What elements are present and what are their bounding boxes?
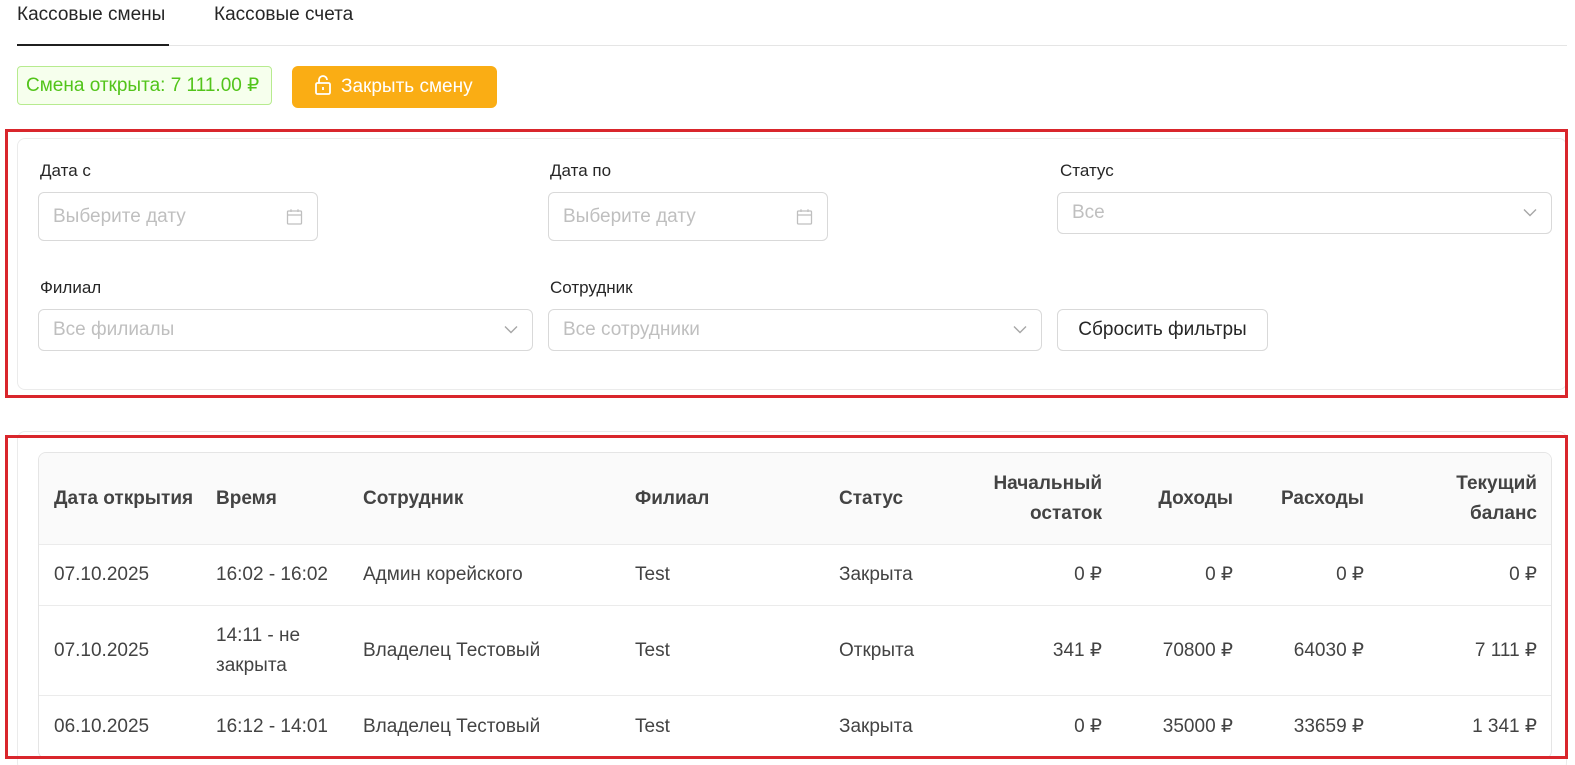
status-select-value: Все: [1072, 202, 1105, 223]
close-shift-label: Закрыть смену: [341, 76, 473, 97]
cell-open-date: 07.10.2025: [54, 639, 150, 661]
lock-icon: [314, 74, 332, 101]
cell-branch: Test: [635, 639, 670, 661]
cell-income: 35000 ₽: [1162, 716, 1233, 737]
cell-employee: Админ корейского: [363, 564, 523, 585]
cell-expenses: 33659 ₽: [1293, 716, 1364, 737]
calendar-icon: [796, 208, 813, 225]
cell-branch: Test: [635, 564, 670, 585]
cell-time: 16:02 - 16:02: [216, 564, 328, 585]
column-header: Расходы: [1280, 488, 1364, 509]
cell-current-balance: 7 111 ₽: [1474, 639, 1537, 661]
date-from-placeholder: Выберите дату: [53, 205, 186, 227]
column-header: Филиал: [635, 488, 710, 509]
chevron-down-icon: [1013, 326, 1027, 335]
cell-expenses: 0 ₽: [1336, 564, 1364, 585]
status-select[interactable]: Все: [1057, 192, 1552, 234]
column-header: Текущий баланс: [1456, 473, 1537, 524]
cell-income: 70800 ₽: [1162, 639, 1233, 661]
cell-open-date: 06.10.2025: [54, 716, 150, 737]
date-from-label: Дата с: [40, 161, 91, 180]
cell-initial-balance: 0 ₽: [1074, 564, 1102, 585]
employee-select[interactable]: Все сотрудники: [548, 309, 1042, 351]
cell-open-date: 07.10.2025: [54, 564, 150, 585]
table-header: Дата открытия Время Сотрудник Филиал Ста…: [39, 453, 1551, 545]
cell-expenses: 64030 ₽: [1293, 639, 1364, 661]
shifts-table: Дата открытия Время Сотрудник Филиал Ста…: [38, 452, 1552, 759]
cell-status: Открыта: [839, 639, 915, 661]
date-to-placeholder: Выберите дату: [563, 205, 696, 227]
cell-initial-balance: 0 ₽: [1074, 716, 1102, 737]
column-header: Сотрудник: [363, 488, 464, 509]
column-header: Дата открытия: [54, 488, 194, 509]
chevron-down-icon: [1523, 209, 1537, 218]
status-label: Статус: [1060, 161, 1114, 180]
tab-cash-accounts[interactable]: Кассовые счета: [214, 4, 353, 26]
cell-status: Закрыта: [839, 716, 913, 737]
employee-select-value: Все сотрудники: [563, 319, 700, 340]
branch-select[interactable]: Все филиалы: [38, 309, 533, 351]
reset-filters-button[interactable]: Сбросить фильтры: [1057, 309, 1268, 351]
column-header: Начальный остаток: [993, 473, 1102, 524]
cell-time: 16:12 - 14:01: [216, 716, 328, 737]
date-to-picker[interactable]: Выберите дату: [548, 192, 828, 241]
branch-select-value: Все филиалы: [53, 319, 175, 340]
table-row[interactable]: 07.10.2025 14:11 - не закрыта Владелец Т…: [39, 606, 1551, 696]
cell-time: 14:11 - не закрыта: [216, 624, 301, 676]
cell-income: 0 ₽: [1205, 564, 1233, 585]
cell-initial-balance: 341 ₽: [1052, 639, 1102, 661]
column-header: Время: [216, 488, 277, 509]
column-header: Статус: [839, 488, 904, 509]
cell-current-balance: 1 341 ₽: [1472, 716, 1537, 737]
filters-panel: [17, 138, 1567, 390]
cell-branch: Test: [635, 716, 670, 737]
employee-label: Сотрудник: [550, 278, 633, 297]
branch-label: Филиал: [40, 278, 102, 297]
cell-employee: Владелец Тестовый: [363, 639, 541, 661]
tab-cash-shifts[interactable]: Кассовые смены: [17, 4, 165, 26]
chevron-down-icon: [504, 326, 518, 335]
cell-status: Закрыта: [839, 564, 913, 585]
table-row[interactable]: 07.10.2025 16:02 - 16:02 Админ корейског…: [39, 545, 1551, 606]
table-row[interactable]: 06.10.2025 16:12 - 14:01 Владелец Тестов…: [39, 696, 1551, 758]
cell-employee: Владелец Тестовый: [363, 716, 541, 737]
shift-open-badge: Смена открыта: 7 111.00 ₽: [17, 66, 272, 105]
cell-current-balance: 0 ₽: [1509, 564, 1537, 585]
calendar-icon: [286, 208, 303, 225]
close-shift-button[interactable]: Закрыть смену: [292, 66, 497, 108]
date-from-picker[interactable]: Выберите дату: [38, 192, 318, 241]
active-tab-indicator: [17, 44, 169, 46]
date-to-label: Дата по: [550, 161, 612, 180]
tab-bar: Кассовые смены Кассовые счета: [17, 0, 1567, 46]
column-header: Доходы: [1158, 488, 1233, 509]
